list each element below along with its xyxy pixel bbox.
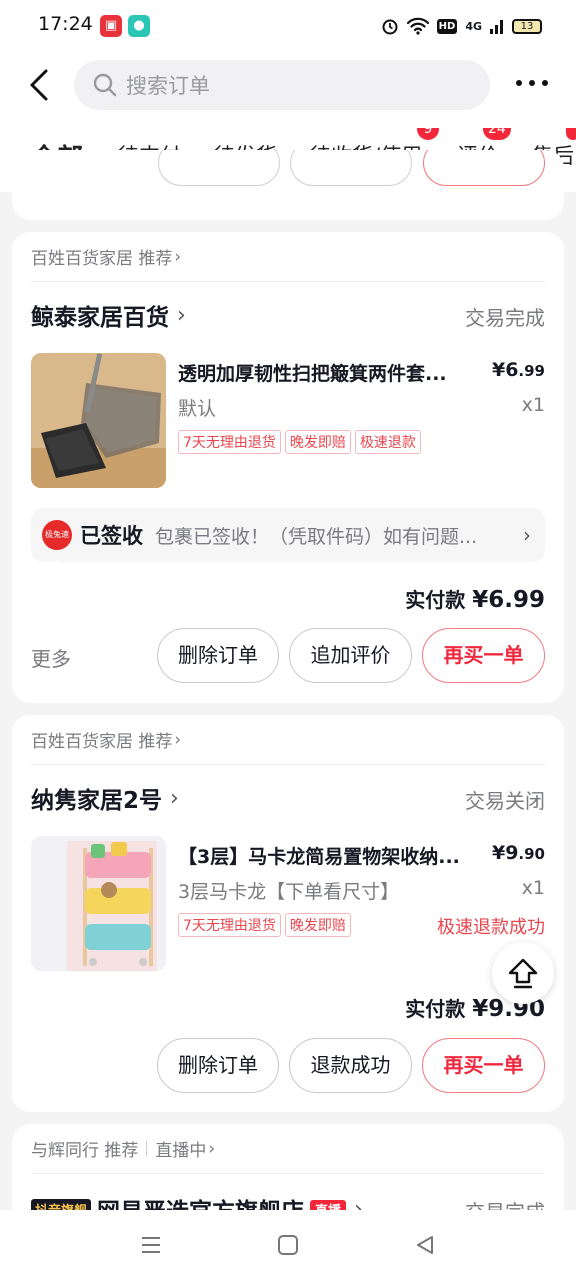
service-tag: 极速退款 bbox=[354, 430, 421, 454]
chevron-right-icon: › bbox=[170, 785, 179, 811]
product-price: ¥9.90 bbox=[492, 842, 545, 864]
price-decimal: .90 bbox=[518, 845, 545, 863]
divider bbox=[31, 1173, 545, 1174]
shop-recommend[interactable]: 百姓百货家居 推荐 › bbox=[31, 244, 182, 270]
price-integer: 9 bbox=[505, 842, 519, 864]
arrow-up-icon bbox=[508, 958, 538, 989]
divider bbox=[31, 764, 545, 765]
delete-order-button[interactable]: 删除订单 bbox=[157, 1038, 279, 1093]
shop-name-text: 鲸泰家居百货 bbox=[31, 305, 169, 331]
buy-again-button[interactable]: 再买一单 bbox=[422, 1038, 545, 1093]
product-quantity: x1 bbox=[521, 394, 545, 416]
product-thumbnail[interactable] bbox=[31, 353, 166, 488]
back-arrow-icon[interactable] bbox=[26, 68, 56, 102]
shop-name-text: 纳隽家居2号 bbox=[31, 788, 163, 814]
paid-amount: 实付款 ¥6.99 bbox=[405, 584, 545, 613]
previous-order-button[interactable] bbox=[290, 150, 412, 186]
logistics-title: 已签收 bbox=[80, 524, 143, 548]
chevron-right-icon: › bbox=[174, 246, 182, 267]
service-tag: 7天无理由退货 bbox=[178, 913, 281, 937]
search-input[interactable]: 搜索订单 bbox=[74, 60, 490, 110]
chevron-right-icon: › bbox=[208, 1138, 216, 1159]
logistics-description: 包裹已签收！（凭取件码）如有问题... bbox=[155, 525, 478, 548]
order-card: 百姓百货家居 推荐 › 鲸泰家居百货 › 交易完成 透明加厚韧性扫把簸箕两件套...… bbox=[12, 232, 564, 703]
product-quantity: x1 bbox=[521, 877, 545, 899]
more-actions-link[interactable]: 更多 bbox=[31, 643, 71, 672]
shop-name[interactable]: 纳隽家居2号 › bbox=[31, 781, 179, 815]
tab-review-badge: 24 bbox=[483, 128, 511, 140]
delete-order-button[interactable]: 删除订单 bbox=[157, 628, 279, 683]
storage-rack-image bbox=[31, 836, 166, 971]
scroll-to-top-button[interactable] bbox=[492, 942, 554, 1004]
order-status: 交易完成 bbox=[465, 306, 545, 330]
signal-icon bbox=[490, 20, 503, 34]
buy-again-button[interactable]: 再买一单 bbox=[422, 628, 545, 683]
status-time: 17:24 bbox=[38, 13, 93, 35]
tab-after-sale-badge bbox=[566, 128, 576, 140]
shop-recommend[interactable]: 与辉同行 推荐 直播中 › bbox=[31, 1136, 216, 1162]
search-icon bbox=[93, 73, 117, 97]
service-tags: 7天无理由退货 晚发即赔 bbox=[178, 913, 351, 937]
previous-order-card bbox=[12, 150, 564, 220]
tab-to-receive-badge: 9 bbox=[417, 128, 439, 140]
product-title[interactable]: 透明加厚韧性扫把簸箕两件套... bbox=[178, 359, 478, 386]
previous-order-button[interactable] bbox=[423, 150, 545, 186]
chevron-right-icon: › bbox=[177, 302, 186, 328]
shop-icon: ▣ bbox=[100, 15, 122, 37]
chat-icon: ● bbox=[128, 15, 150, 37]
service-tag: 晚发即赔 bbox=[284, 430, 351, 454]
divider bbox=[146, 1140, 148, 1157]
paid-label: 实付款 bbox=[405, 997, 466, 1021]
divider bbox=[31, 281, 545, 282]
refund-status: 极速退款成功 bbox=[437, 917, 545, 938]
courier-logo: 极兔速递 bbox=[42, 520, 72, 569]
status-indicators: HD 4G 13 bbox=[381, 14, 542, 38]
paid-label: 实付款 bbox=[405, 588, 466, 612]
recommend-label: 与辉同行 推荐 bbox=[31, 1141, 139, 1161]
hd-indicator: HD bbox=[436, 18, 458, 34]
broom-dustpan-image bbox=[31, 353, 166, 488]
home-icon[interactable] bbox=[277, 1234, 299, 1256]
price-integer: 6 bbox=[505, 359, 519, 381]
product-thumbnail[interactable] bbox=[31, 836, 166, 971]
product-spec: 3层马卡龙【下单看尺寸】 bbox=[178, 881, 400, 903]
price-symbol: ¥ bbox=[491, 842, 506, 864]
product-spec: 默认 bbox=[178, 398, 217, 420]
network-indicator: 4G bbox=[465, 19, 482, 33]
battery-icon: 13 bbox=[512, 18, 542, 34]
service-tags: 7天无理由退货 晚发即赔 极速退款 bbox=[178, 430, 421, 454]
product-price: ¥6.99 bbox=[492, 359, 545, 381]
logistics-status[interactable]: 极兔速递 已签收 包裹已签收！（凭取件码）如有问题... › bbox=[31, 508, 545, 569]
add-review-button[interactable]: 追加评价 bbox=[289, 628, 412, 683]
chevron-right-icon: › bbox=[174, 729, 182, 750]
status-bar: 17:24 ▣ ● HD 4G 13 bbox=[0, 0, 576, 52]
search-placeholder: 搜索订单 bbox=[126, 74, 210, 98]
chevron-right-icon: › bbox=[523, 523, 531, 547]
order-card: 百姓百货家居 推荐 › 纳隽家居2号 › 交易关闭 【3层】马卡龙简易置物架收纳..… bbox=[12, 715, 564, 1112]
service-tag: 晚发即赔 bbox=[284, 913, 351, 937]
previous-order-button[interactable] bbox=[158, 150, 280, 186]
paid-value: ¥6.99 bbox=[472, 587, 545, 613]
menu-icon[interactable] bbox=[140, 1234, 162, 1256]
price-symbol: ¥ bbox=[491, 359, 506, 381]
service-tag: 7天无理由退货 bbox=[178, 430, 281, 454]
more-options-icon[interactable] bbox=[516, 76, 548, 90]
order-status: 交易关闭 bbox=[465, 789, 545, 813]
price-decimal: .99 bbox=[518, 362, 545, 380]
wifi-icon bbox=[406, 17, 429, 35]
live-label: 直播中 bbox=[155, 1141, 207, 1161]
product-title[interactable]: 【3层】马卡龙简易置物架收纳... bbox=[178, 842, 478, 869]
back-icon[interactable] bbox=[414, 1234, 436, 1256]
refund-success-button[interactable]: 退款成功 bbox=[289, 1038, 412, 1093]
shop-recommend[interactable]: 百姓百货家居 推荐 › bbox=[31, 727, 182, 753]
system-nav-bar bbox=[0, 1210, 576, 1280]
recommend-label: 百姓百货家居 推荐 bbox=[31, 732, 173, 752]
alarm-icon bbox=[382, 19, 398, 35]
recommend-label: 百姓百货家居 推荐 bbox=[31, 249, 173, 269]
shop-name[interactable]: 鲸泰家居百货 › bbox=[31, 298, 186, 332]
